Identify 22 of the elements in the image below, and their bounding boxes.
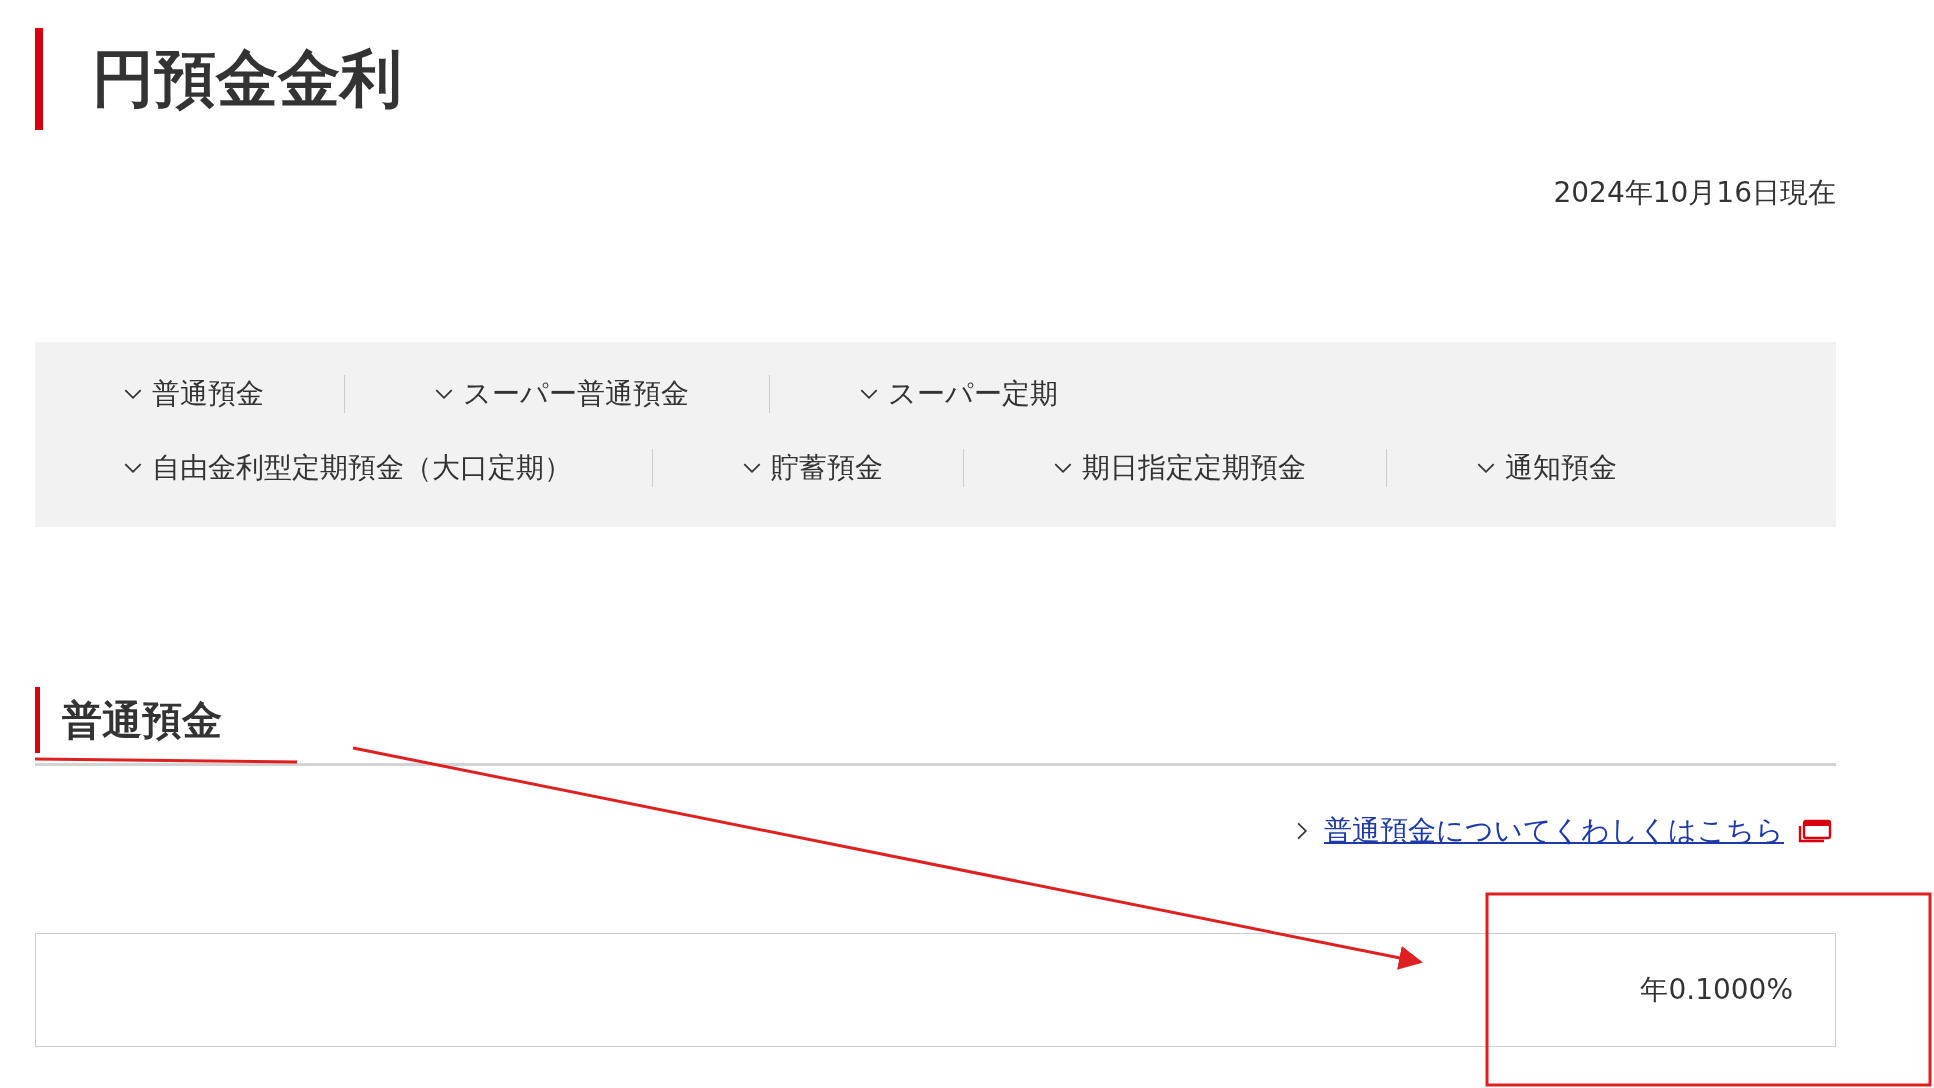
chevron-down-icon [435,388,453,400]
page-title: 円預金金利 [92,48,402,110]
chevron-down-icon [124,462,142,474]
chevron-right-icon [1297,822,1308,840]
as-of-date: 2024年10月16日現在 [1553,176,1836,210]
anchor-link[interactable]: 貯蓄預金 [652,449,963,487]
anchor-link[interactable]: スーパー定期 [769,375,1138,413]
chevron-down-icon [1054,462,1072,474]
chevron-down-icon [860,388,878,400]
anchor-link[interactable]: 期日指定定期預金 [963,449,1386,487]
section-heading: 普通預金 [62,700,222,740]
detail-link[interactable]: 普通預金についてくわしくはこちら [1324,812,1784,850]
heading-accent-bar [35,687,40,753]
chevron-down-icon [1477,462,1495,474]
interest-rate: 年0.1000% [1640,972,1793,1008]
chevron-down-icon [743,462,761,474]
new-window-icon [1798,819,1832,843]
chevron-down-icon [124,388,142,400]
anchor-link[interactable]: 普通預金 [124,375,344,413]
anchor-link[interactable]: 通知預金 [1386,449,1697,487]
anchor-link[interactable]: スーパー普通預金 [344,375,769,413]
anchor-link[interactable]: 自由金利型定期預金（大口定期） [124,449,652,487]
